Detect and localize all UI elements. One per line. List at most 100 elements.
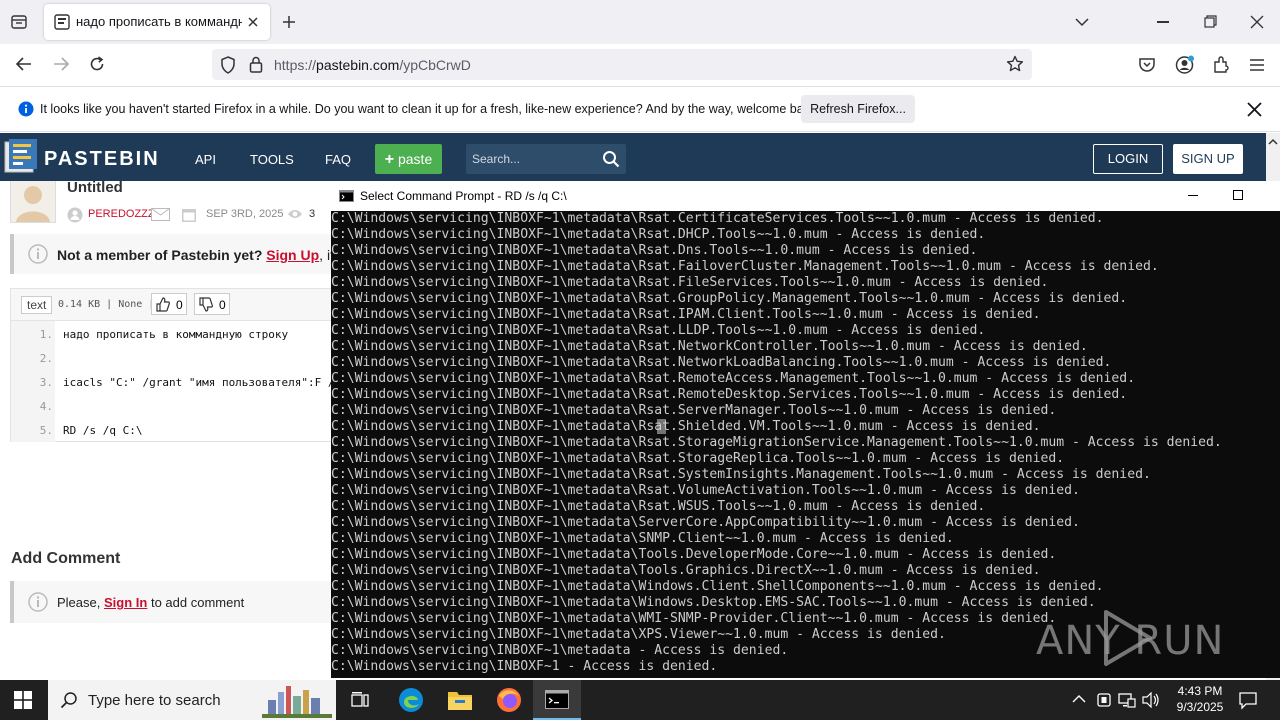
paste-title: Untitled: [67, 181, 123, 196]
taskbar-search-placeholder: Type here to search: [88, 692, 221, 709]
console-line: C:\Windows\servicing\INBOXF~1\metadata\R…: [331, 483, 1080, 498]
dislike-count: 0: [219, 298, 226, 312]
firefox-notification-bar: It looks like you haven't started Firefo…: [0, 86, 1280, 132]
close-notification-icon[interactable]: [1247, 102, 1262, 117]
windows-start-icon[interactable]: [14, 691, 32, 709]
cmd-title-bar[interactable]: Select Command Prompt - RD /s /q C:\: [331, 181, 1280, 211]
login-button[interactable]: LOGIN: [1093, 144, 1163, 174]
cmd-app-icon: [339, 190, 354, 202]
dislike-button[interactable]: 0: [194, 293, 230, 315]
console-line: C:\Windows\servicing\INBOXF~1\metadata\R…: [331, 211, 1104, 226]
pastebin-logo-icon[interactable]: [4, 138, 38, 174]
console-line: C:\Windows\servicing\INBOXF~1\metadata\R…: [331, 275, 1049, 290]
info-icon: [18, 101, 34, 117]
avatar[interactable]: [10, 181, 56, 223]
pastebin-brand[interactable]: PASTEBIN: [44, 148, 160, 171]
line-number: 4.: [39, 400, 53, 413]
forward-icon[interactable]: [52, 56, 70, 72]
search-icon[interactable]: [602, 150, 620, 168]
system-clock[interactable]: 4:43 PM 9/3/2025: [1164, 683, 1236, 715]
plus-icon: +: [384, 151, 395, 168]
format-badge[interactable]: text: [21, 296, 53, 314]
notifications-icon[interactable]: [1238, 690, 1258, 710]
watermark-text: ANY RUN: [1036, 618, 1225, 664]
eye-icon: [287, 208, 303, 220]
console-line: C:\Windows\servicing\INBOXF~1\metadata\R…: [331, 499, 986, 514]
console-line: C:\Windows\servicing\INBOXF~1\metadata\X…: [331, 627, 946, 642]
file-explorer-icon[interactable]: [435, 680, 483, 720]
close-window-icon[interactable]: [1250, 15, 1264, 29]
windows-taskbar: Type here to search 4:43 PM 9/3/2025: [0, 680, 1280, 720]
new-paste-button[interactable]: + paste: [375, 144, 442, 174]
volume-icon[interactable]: [1142, 692, 1160, 708]
signup-button[interactable]: SIGN UP: [1173, 144, 1243, 174]
cmd-minimize-icon[interactable]: [1188, 195, 1198, 196]
paste-content: Untitled PEREDOZZZ SEP 3RD, 2025 3 Not a…: [0, 181, 331, 688]
console-line: C:\Windows\servicing\INBOXF~1\metadata\R…: [331, 339, 1088, 354]
restore-icon[interactable]: [1204, 15, 1217, 28]
task-view-icon[interactable]: [336, 680, 384, 720]
account-icon[interactable]: [1175, 55, 1195, 75]
network-icon[interactable]: [1118, 692, 1136, 708]
cmd-taskbar-icon[interactable]: [533, 680, 581, 720]
user-icon: [67, 207, 83, 223]
console-line: C:\Windows\servicing\INBOXF~1\metadata\R…: [331, 467, 1151, 482]
address-bar[interactable]: https://pastebin.com/ypCbCrwD: [212, 49, 1032, 80]
code-box: text 0.14 KB | None | 0 0 1. надо пропис…: [10, 288, 331, 442]
lock-icon[interactable]: [249, 56, 263, 73]
console-line: C:\Windows\servicing\INBOXF~1\metadata\R…: [331, 291, 1128, 306]
console-line: C:\Windows\servicing\INBOXF~1\metadata\W…: [331, 595, 1096, 610]
reload-icon[interactable]: [88, 55, 106, 73]
console-line: C:\Windows\servicing\INBOXF~1\metadata\R…: [331, 307, 1041, 322]
code-header: text 0.14 KB | None | 0 0: [11, 289, 331, 321]
new-tab-icon[interactable]: [281, 14, 297, 30]
console-line: C:\Windows\servicing\INBOXF~1\metadata\R…: [331, 387, 1128, 402]
console-line: C:\Windows\servicing\INBOXF~1\metadata\R…: [331, 323, 986, 338]
command-prompt-window[interactable]: Select Command Prompt - RD /s /q C:\ C:\…: [331, 181, 1280, 678]
close-tab-icon[interactable]: [246, 15, 260, 29]
nav-tools[interactable]: TOOLS: [250, 152, 294, 167]
list-all-tabs-icon[interactable]: [10, 13, 28, 31]
comment-notice: Please, Sign In to add comment: [10, 581, 331, 623]
cmd-output[interactable]: C:\Windows\servicing\INBOXF~1\metadata\R…: [331, 211, 1280, 678]
line-number: 2.: [39, 352, 53, 365]
chevron-up-icon[interactable]: [1072, 693, 1086, 705]
search-icon: [60, 691, 78, 709]
search-highlight-icon: [262, 682, 332, 718]
cmd-maximize-icon[interactable]: [1233, 190, 1243, 200]
notification-message: It looks like you haven't started Firefo…: [40, 102, 820, 116]
console-line: C:\Windows\servicing\INBOXF~1\metadata\R…: [331, 435, 1222, 450]
bookmark-star-icon[interactable]: [1006, 55, 1024, 73]
console-line: C:\Windows\servicing\INBOXF~1\metadata\R…: [331, 419, 1041, 434]
url-text[interactable]: https://pastebin.com/ypCbCrwD: [274, 57, 471, 73]
code-line: надо прописать в коммандную строку: [63, 328, 289, 341]
taskbar-search-box[interactable]: Type here to search: [48, 680, 336, 720]
firefox-icon[interactable]: [485, 680, 533, 720]
pocket-icon[interactable]: [1138, 56, 1156, 73]
pastebin-search-input[interactable]: Search...: [466, 144, 626, 174]
console-line: C:\Windows\servicing\INBOXF~1\metadata\W…: [331, 579, 1104, 594]
like-count: 0: [176, 298, 183, 312]
extensions-icon[interactable]: [1212, 56, 1230, 74]
menu-icon[interactable]: [1249, 58, 1265, 72]
info-circle-icon: [28, 244, 48, 264]
refresh-firefox-button[interactable]: Refresh Firefox...: [801, 95, 915, 123]
signup-link[interactable]: Sign Up: [266, 247, 319, 263]
line-number: 3.: [39, 376, 53, 389]
back-icon[interactable]: [15, 56, 33, 72]
signin-link[interactable]: Sign In: [104, 595, 147, 610]
console-line: C:\Windows\servicing\INBOXF~1\metadata\R…: [331, 227, 986, 242]
nav-api[interactable]: API: [195, 152, 216, 167]
meet-now-icon[interactable]: [1096, 692, 1112, 708]
console-line: C:\Windows\servicing\INBOXF~1\metadata -…: [331, 643, 789, 658]
mail-icon[interactable]: [151, 208, 170, 221]
author-link[interactable]: PEREDOZZZ: [88, 208, 155, 220]
edge-icon[interactable]: [386, 680, 434, 720]
shield-icon[interactable]: [220, 56, 236, 74]
nav-faq[interactable]: FAQ: [325, 152, 351, 167]
tab-pastebin[interactable]: надо прописать в коммандную: [44, 4, 270, 40]
minimize-icon[interactable]: [1157, 21, 1169, 23]
like-button[interactable]: 0: [151, 293, 187, 315]
chevron-down-icon[interactable]: [1074, 15, 1090, 29]
console-line: C:\Windows\servicing\INBOXF~1\metadata\R…: [331, 259, 1159, 274]
